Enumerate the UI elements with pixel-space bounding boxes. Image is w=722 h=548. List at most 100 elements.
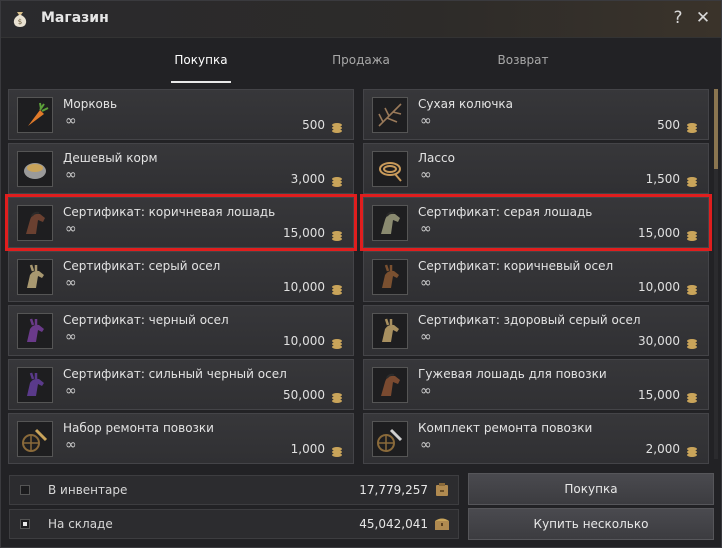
silver-coin-icon (686, 119, 698, 133)
item-price: 1,000 (290, 442, 325, 456)
item-quantity: ∞ (65, 437, 77, 453)
shop-item[interactable]: Сертификат: сильный черный осел ∞ 50,000 (8, 359, 354, 410)
tab-buy[interactable]: Покупка (173, 53, 229, 67)
silver-coin-icon (331, 335, 343, 349)
scroll-thumb[interactable] (714, 89, 718, 169)
shop-item[interactable]: Гужевая лошадь для повозки ∞ 15,000 (363, 359, 709, 410)
shop-item[interactable]: Морковь ∞ 500 (8, 89, 354, 140)
shop-item[interactable]: Сертификат: серый осел ∞ 10,000 (8, 251, 354, 302)
help-button[interactable]: ? (668, 8, 688, 28)
window-title: Магазин (41, 10, 109, 26)
close-button[interactable]: ✕ (693, 8, 713, 28)
item-quantity: ∞ (420, 167, 432, 183)
item-price: 2,000 (645, 442, 680, 456)
silver-coin-icon (686, 335, 698, 349)
item-price: 30,000 (638, 334, 680, 348)
item-price: 10,000 (283, 334, 325, 348)
question-icon: ? (673, 8, 683, 28)
item-name: Сертификат: серый осел (63, 259, 221, 273)
healthy-grey-donkey-icon (372, 313, 408, 349)
item-scrollbar[interactable] (714, 89, 718, 459)
item-price: 10,000 (283, 280, 325, 294)
silver-coin-icon (686, 443, 698, 457)
repair-kit-icon (17, 421, 53, 457)
black-donkey-icon (17, 313, 53, 349)
item-price: 10,000 (638, 280, 680, 294)
silver-coin-icon (331, 443, 343, 457)
shop-item[interactable]: Сухая колючка ∞ 500 (363, 89, 709, 140)
brown-horse-icon (17, 205, 53, 241)
lasso-icon (372, 151, 408, 187)
svg-text:$: $ (18, 18, 22, 26)
shop-window: $ Магазин ? ✕ Покупка Продажа Возврат Мо… (0, 0, 722, 548)
item-name: Сертификат: здоровый серый осел (418, 313, 641, 327)
storage-row[interactable]: На складе 45,042,041 (9, 509, 459, 539)
storage-label: На складе (48, 517, 113, 531)
silver-coin-icon (331, 173, 343, 187)
grey-donkey-icon (17, 259, 53, 295)
feed-bowl-icon (17, 151, 53, 187)
tab-sell[interactable]: Продажа (331, 53, 391, 67)
item-quantity: ∞ (65, 383, 77, 399)
item-price: 15,000 (283, 226, 325, 240)
storage-checkbox[interactable] (20, 519, 30, 529)
item-name: Комплект ремонта повозки (418, 421, 593, 435)
item-name: Набор ремонта повозки (63, 421, 214, 435)
money-bag-icon: $ (10, 9, 30, 29)
tab-buyback[interactable]: Возврат (495, 53, 551, 67)
item-quantity: ∞ (420, 221, 432, 237)
silver-coin-icon (686, 227, 698, 241)
shop-item[interactable]: Набор ремонта повозки ∞ 1,000 (8, 413, 354, 464)
item-quantity: ∞ (65, 113, 77, 129)
shop-item[interactable]: Сертификат: серая лошадь ∞ 15,000 (363, 197, 709, 248)
title-bar[interactable]: $ Магазин ? ✕ (1, 1, 721, 38)
grey-horse-icon (372, 205, 408, 241)
item-quantity: ∞ (420, 275, 432, 291)
item-name: Сертификат: сильный черный осел (63, 367, 287, 381)
storage-chest-icon (434, 516, 450, 532)
item-quantity: ∞ (420, 383, 432, 399)
storage-silver: 45,042,041 (359, 517, 428, 531)
item-name: Сертификат: черный осел (63, 313, 229, 327)
silver-coin-icon (331, 281, 343, 295)
shop-item[interactable]: Сертификат: здоровый серый осел ∞ 30,000 (363, 305, 709, 356)
item-price: 1,500 (645, 172, 680, 186)
repair-set-icon (372, 421, 408, 457)
strong-black-donkey-icon (17, 367, 53, 403)
item-price: 50,000 (283, 388, 325, 402)
item-quantity: ∞ (420, 113, 432, 129)
silver-coin-icon (686, 173, 698, 187)
item-name: Лассо (418, 151, 455, 165)
inventory-silver: 17,779,257 (359, 483, 428, 497)
item-quantity: ∞ (65, 329, 77, 345)
silver-coin-icon (686, 281, 698, 295)
close-icon: ✕ (695, 8, 711, 28)
item-name: Сертификат: коричневая лошадь (63, 205, 276, 219)
shop-item[interactable]: Сертификат: коричневая лошадь ∞ 15,000 (8, 197, 354, 248)
draft-horse-icon (372, 367, 408, 403)
shop-item[interactable]: Сертификат: коричневый осел ∞ 10,000 (363, 251, 709, 302)
item-name: Морковь (63, 97, 118, 111)
item-name: Сухая колючка (418, 97, 514, 111)
item-quantity: ∞ (420, 437, 432, 453)
item-name: Сертификат: коричневый осел (418, 259, 614, 273)
item-name: Сертификат: серая лошадь (418, 205, 593, 219)
shop-item[interactable]: Дешевый корм ∞ 3,000 (8, 143, 354, 194)
shop-item[interactable]: Комплект ремонта повозки ∞ 2,000 (363, 413, 709, 464)
shop-tabs: Покупка Продажа Возврат (1, 45, 721, 83)
shop-item[interactable]: Сертификат: черный осел ∞ 10,000 (8, 305, 354, 356)
buy-button[interactable]: Покупка (468, 473, 714, 505)
inventory-bag-icon (434, 482, 450, 498)
silver-coin-icon (331, 389, 343, 403)
item-price: 500 (657, 118, 680, 132)
buy-multiple-button[interactable]: Купить несколько (468, 508, 714, 540)
silver-coin-icon (331, 119, 343, 133)
carrot-icon (17, 97, 53, 133)
shop-item[interactable]: Лассо ∞ 1,500 (363, 143, 709, 194)
item-quantity: ∞ (65, 275, 77, 291)
inventory-row[interactable]: В инвентаре 17,779,257 (9, 475, 459, 505)
item-quantity: ∞ (65, 221, 77, 237)
item-price: 15,000 (638, 388, 680, 402)
inventory-checkbox[interactable] (20, 485, 30, 495)
inventory-label: В инвентаре (48, 483, 128, 497)
